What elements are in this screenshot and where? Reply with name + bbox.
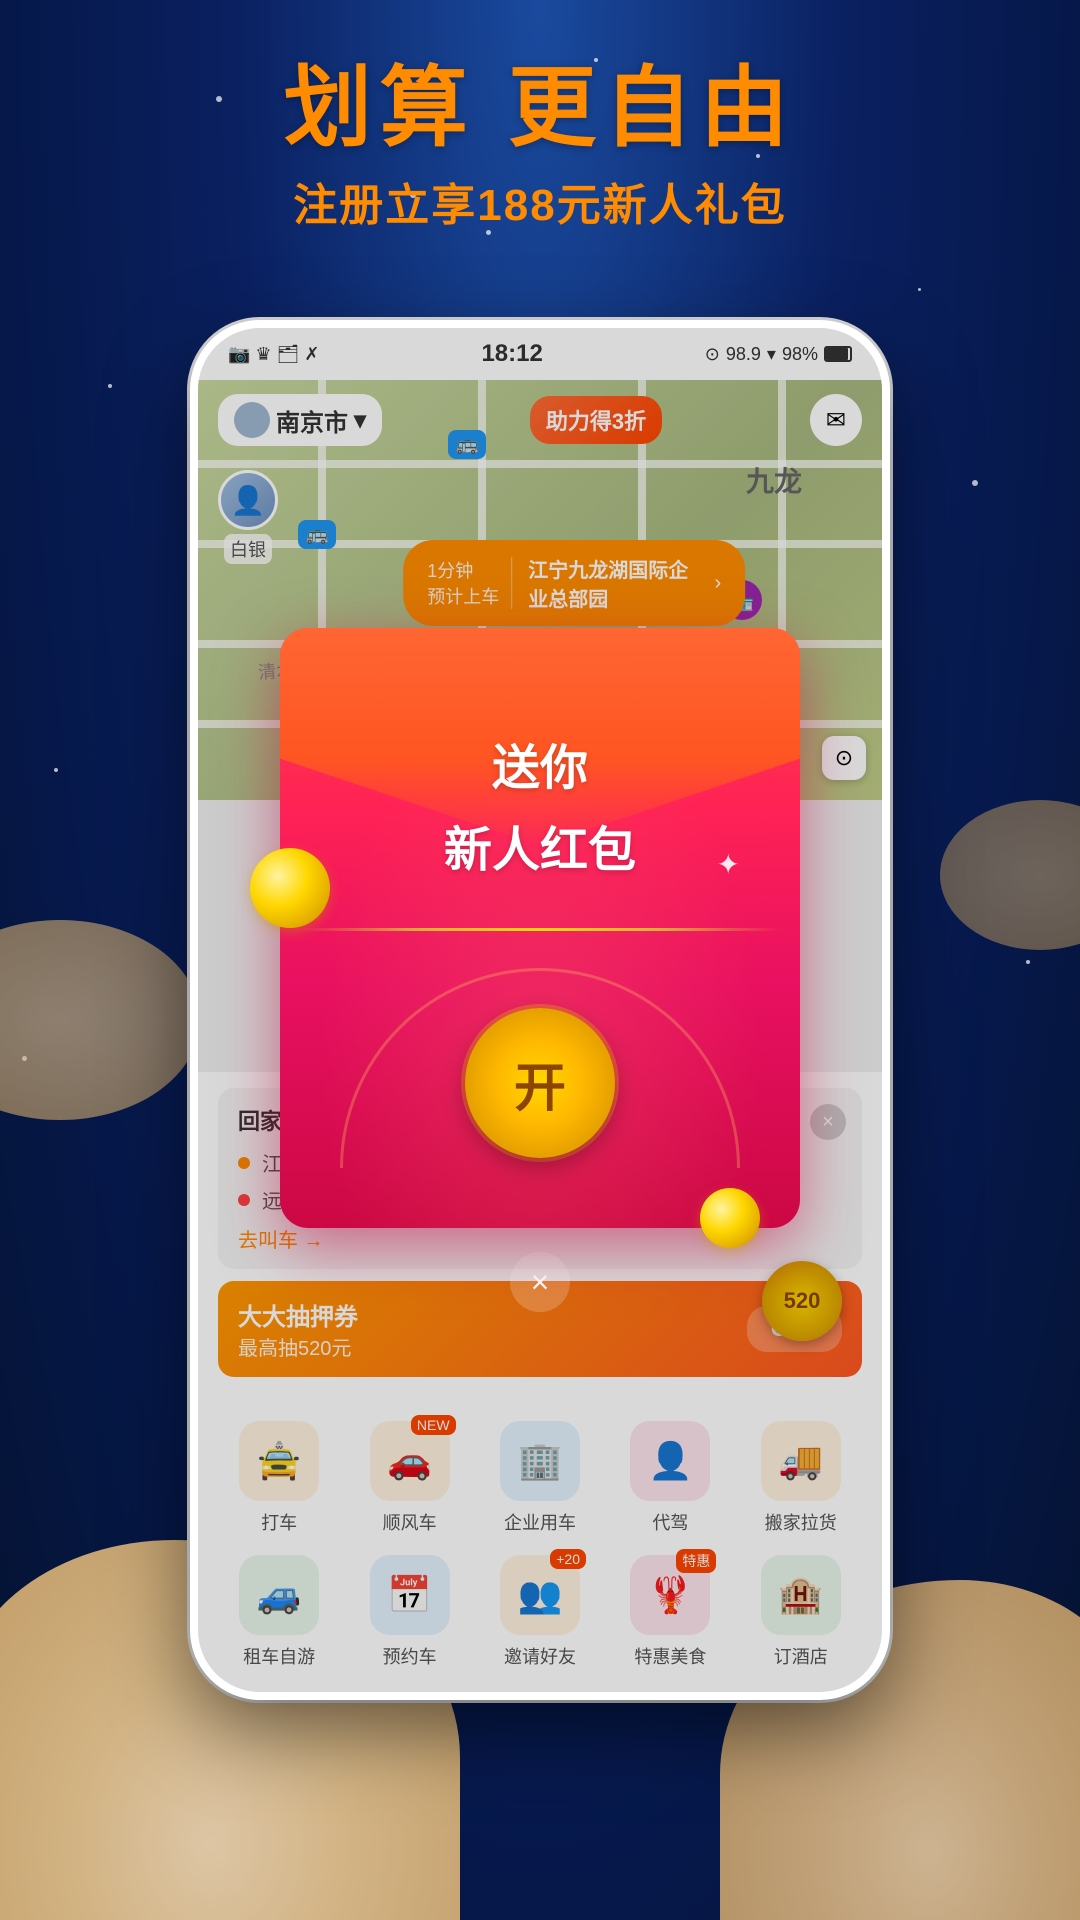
open-button[interactable]: 开 (465, 1008, 615, 1158)
phone-mockup: 📷 ♛ 🗂 ✗ 18:12 ⊙ 98.9 ▾ 98% (190, 320, 890, 1700)
red-envelope: 送你 新人红包 ✦ 开 (280, 628, 800, 1228)
header-section: 划算 更自由 注册立享188元新人礼包 (0, 60, 1080, 233)
envelope-body: 送你 新人红包 ✦ 开 (280, 628, 800, 1228)
envelope-divider (300, 928, 780, 931)
red-envelope-overlay: 送你 新人红包 ✦ 开 × (198, 328, 882, 1692)
gold-ball-bottom (700, 1188, 760, 1248)
main-title: 划算 更自由 (0, 60, 1080, 157)
envelope-close-btn[interactable]: × (510, 1252, 570, 1312)
sub-title: 注册立享188元新人礼包 (0, 169, 1080, 233)
phone-screen: 📷 ♛ 🗂 ✗ 18:12 ⊙ 98.9 ▾ 98% (198, 328, 882, 1692)
sparkle-icon: ✦ (717, 848, 740, 881)
phone-frame: 📷 ♛ 🗂 ✗ 18:12 ⊙ 98.9 ▾ 98% (190, 320, 890, 1700)
gold-ball-left (250, 848, 330, 928)
envelope-title: 送你 (280, 728, 800, 798)
